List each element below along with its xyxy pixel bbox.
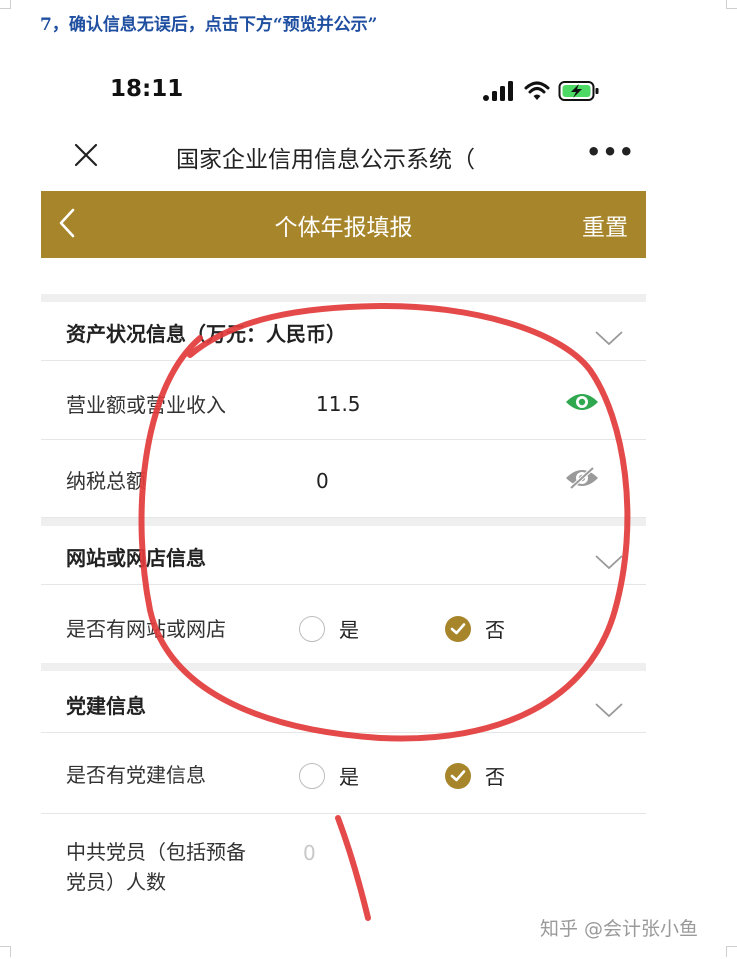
wifi-icon xyxy=(524,81,550,100)
form-row-tax: 纳税总额 0 xyxy=(41,439,646,518)
section-header-party[interactable]: 党建信息 xyxy=(41,676,646,732)
party-members-label-line2: 党员）人数 xyxy=(66,870,166,894)
crop-mark-top-right xyxy=(726,0,737,9)
form-row-has-party: 是否有党建信息 是 否 xyxy=(41,732,646,814)
party-members-label: 中共党员（包括预备 党员）人数 xyxy=(66,837,246,897)
radio-yes-label[interactable]: 是 xyxy=(339,614,359,643)
has-party-radio-group: 是 否 xyxy=(299,761,505,790)
form-row-revenue: 营业额或营业收入 11.5 xyxy=(41,360,646,440)
chevron-down-icon[interactable] xyxy=(594,702,624,718)
chevron-down-icon[interactable] xyxy=(594,554,624,570)
document-step-heading: 7，确认信息无误后，点击下方“预览并公示” xyxy=(40,15,378,35)
watermark: 知乎 @会计张小鱼 xyxy=(540,918,699,940)
page-title: 个体年报填报 xyxy=(274,215,413,241)
radio-no-selected[interactable] xyxy=(445,615,471,642)
has-website-radio-group: 是 否 xyxy=(299,614,505,643)
section-divider xyxy=(41,294,646,302)
check-icon xyxy=(450,769,466,781)
section-divider xyxy=(41,663,646,671)
radio-yes[interactable] xyxy=(299,762,325,789)
chevron-down-icon[interactable] xyxy=(594,330,624,346)
eye-hidden-icon[interactable] xyxy=(565,466,599,490)
radio-no-selected[interactable] xyxy=(445,762,471,789)
party-members-input[interactable]: 0 xyxy=(303,841,316,865)
reset-button[interactable]: 重置 xyxy=(582,208,628,242)
tax-input[interactable]: 0 xyxy=(316,469,329,493)
section-title: 网站或网店信息 xyxy=(66,546,206,570)
form-row-party-members: 中共党员（包括预备 党员）人数 0 xyxy=(41,813,646,917)
radio-yes[interactable] xyxy=(299,615,325,642)
check-icon xyxy=(450,622,466,634)
section-divider xyxy=(41,518,646,526)
section-header-assets[interactable]: 资产状况信息（万元：人民币） xyxy=(41,304,646,360)
revenue-label: 营业额或营业收入 xyxy=(66,393,226,417)
form-row-has-website: 是否有网站或网店 是 否 xyxy=(41,584,646,664)
section-title: 资产状况信息（万元：人民币） xyxy=(66,322,346,346)
has-website-label: 是否有网站或网店 xyxy=(66,617,226,641)
has-party-label: 是否有党建信息 xyxy=(66,763,206,787)
browser-bar: 国家企业信用信息公示系统（ ••• xyxy=(41,128,646,186)
eye-open-icon[interactable] xyxy=(565,390,599,414)
radio-no-label[interactable]: 否 xyxy=(485,614,505,643)
signal-icon xyxy=(483,81,513,101)
app-header: 个体年报填报 重置 xyxy=(41,191,646,258)
radio-no-label[interactable]: 否 xyxy=(485,761,505,790)
party-members-label-line1: 中共党员（包括预备 xyxy=(66,840,246,864)
crop-mark-bottom-right xyxy=(726,946,737,957)
status-time: 18:11 xyxy=(110,76,184,102)
radio-yes-label[interactable]: 是 xyxy=(339,761,359,790)
revenue-input[interactable]: 11.5 xyxy=(316,392,361,416)
close-icon[interactable] xyxy=(71,140,101,170)
crop-mark-top-left xyxy=(0,0,11,9)
tax-label: 纳税总额 xyxy=(66,469,146,493)
crop-mark-bottom-left xyxy=(0,946,11,957)
browser-page-title: 国家企业信用信息公示系统（ xyxy=(176,147,475,173)
battery-charging-icon xyxy=(558,81,599,101)
section-header-website[interactable]: 网站或网店信息 xyxy=(41,528,646,584)
annual-report-form: 资产状况信息（万元：人民币） 营业额或营业收入 11.5 纳税总额 0 网站或网… xyxy=(41,258,646,919)
more-menu-button[interactable]: ••• xyxy=(586,138,635,166)
status-icons xyxy=(482,79,600,103)
section-title: 党建信息 xyxy=(66,694,146,718)
